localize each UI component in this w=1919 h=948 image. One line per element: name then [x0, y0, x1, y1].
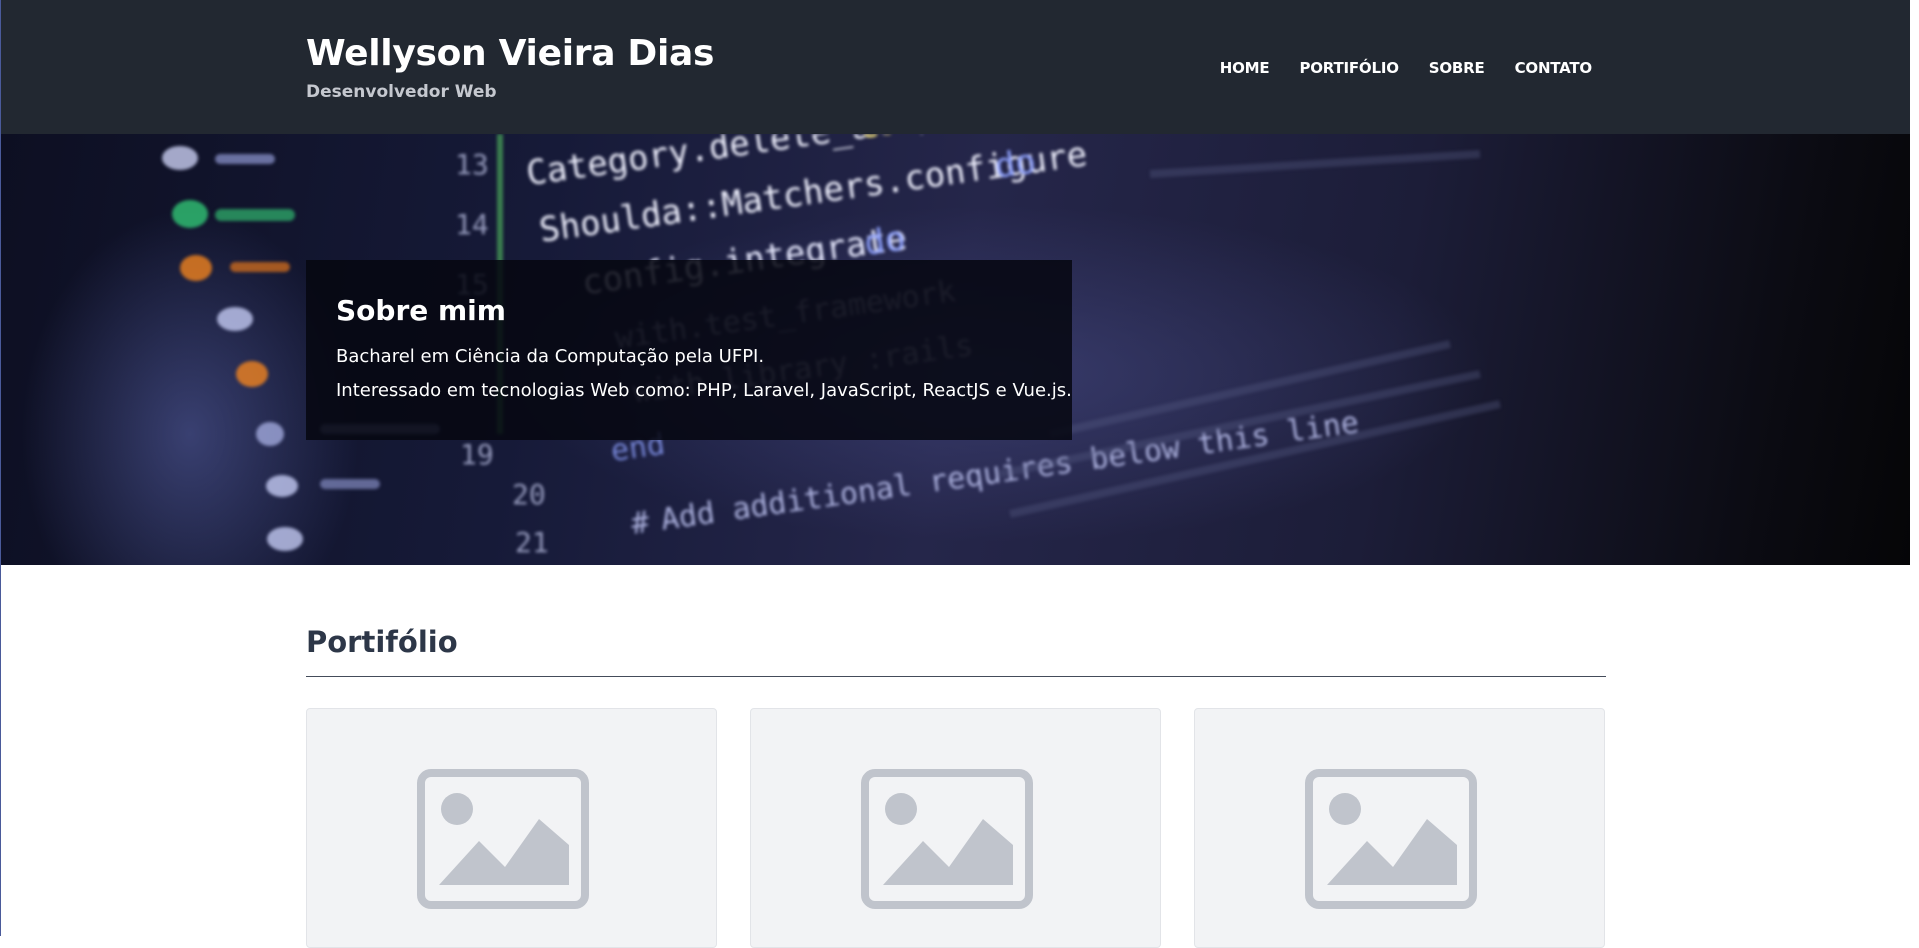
- nav-contact-link[interactable]: CONTATO: [1515, 58, 1593, 78]
- portfolio-title: Portifólio: [306, 625, 458, 659]
- portfolio-card[interactable]: [306, 708, 717, 948]
- hero-banner: 13 14 15 19 20 21 Category.delete_all; C…: [0, 134, 1910, 565]
- about-title: Sobre mim: [336, 294, 506, 327]
- about-text-line: Bacharel em Ciência da Computação pela U…: [336, 346, 765, 367]
- svg-text:do: do: [862, 218, 908, 263]
- nav-portfolio-link[interactable]: PORTIFÓLIO: [1299, 58, 1399, 78]
- page-left-border: [0, 0, 1, 936]
- svg-text:20: 20: [512, 478, 546, 511]
- svg-text:19: 19: [460, 438, 494, 471]
- site-title[interactable]: Wellyson Vieira Dias: [306, 34, 714, 74]
- svg-text:#: #: [629, 505, 652, 542]
- svg-text:13: 13: [455, 148, 489, 181]
- portfolio-card[interactable]: [1194, 708, 1605, 948]
- image-placeholder-icon: [1305, 769, 1477, 909]
- svg-text:21: 21: [515, 526, 549, 559]
- brand: Wellyson Vieira Dias Desenvolvedor Web: [306, 34, 714, 103]
- image-placeholder-icon: [861, 769, 1033, 909]
- about-card: Sobre mim Bacharel em Ciência da Computa…: [306, 260, 1072, 440]
- site-subtitle: Desenvolvedor Web: [306, 82, 497, 102]
- svg-text:do: do: [992, 142, 1038, 187]
- portfolio-card[interactable]: [750, 708, 1161, 948]
- site-header: Wellyson Vieira Dias Desenvolvedor Web H…: [0, 0, 1910, 134]
- main-nav: HOME PORTIFÓLIO SOBRE CONTATO: [1220, 58, 1592, 78]
- nav-about-link[interactable]: SOBRE: [1429, 58, 1485, 78]
- section-divider: [306, 676, 1606, 677]
- about-text-line: Interessado em tecnologias Web como: PHP…: [336, 380, 1072, 401]
- svg-text:14: 14: [455, 208, 489, 241]
- image-placeholder-icon: [417, 769, 589, 909]
- nav-home-link[interactable]: HOME: [1220, 58, 1270, 78]
